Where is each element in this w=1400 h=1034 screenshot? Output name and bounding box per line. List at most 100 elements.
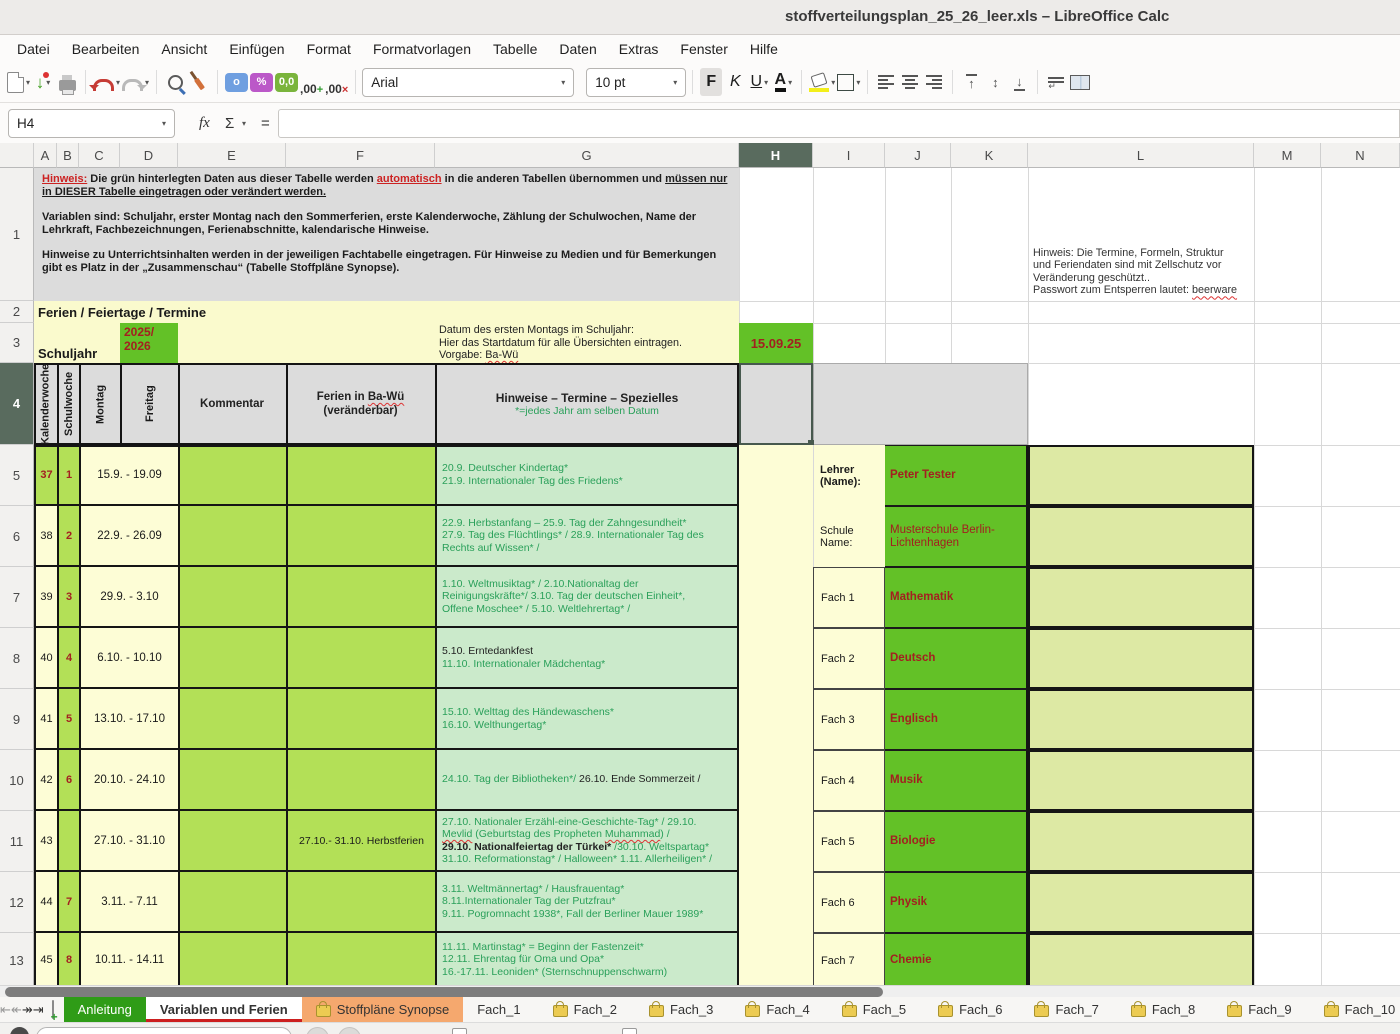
column-header-D[interactable]: D xyxy=(120,143,178,168)
cell-A5[interactable]: 37 xyxy=(34,445,57,506)
select-all-corner[interactable] xyxy=(0,143,34,168)
cell-A3-schuljahr-label[interactable]: Schuljahr xyxy=(34,323,120,363)
cell-E8[interactable] xyxy=(178,628,286,689)
cell-I13[interactable]: Fach 7 xyxy=(813,933,885,988)
cell-F12[interactable] xyxy=(286,872,435,933)
cell-E5[interactable] xyxy=(178,445,286,506)
cell-L6[interactable] xyxy=(1028,506,1254,567)
next-sheet-button[interactable]: ↠ xyxy=(22,997,33,1022)
menu-tabelle[interactable]: Tabelle xyxy=(482,38,548,60)
format-currency-button[interactable]: o xyxy=(225,68,248,96)
cell-F6[interactable] xyxy=(286,506,435,567)
column-header-I[interactable]: I xyxy=(813,143,885,168)
cell-L7[interactable] xyxy=(1028,567,1254,628)
cell-G8[interactable]: 5.10. Erntedankfest11.10. Internationale… xyxy=(435,628,739,689)
previous-sheet-button[interactable]: ↞ xyxy=(11,997,22,1022)
row-header-3[interactable]: 3 xyxy=(0,323,34,363)
row-header-1[interactable]: 1 xyxy=(0,168,34,301)
cell-J9[interactable]: Englisch xyxy=(885,689,1028,750)
font-size-combo[interactable]: 10 pt▾ xyxy=(586,68,686,97)
cell-C7[interactable]: 29.9. - 3.10 xyxy=(79,567,178,628)
sheet-tab-fach-2[interactable]: Fach_2 xyxy=(539,997,631,1022)
sheet-tab-fach-1[interactable]: Fach_1 xyxy=(463,997,534,1022)
cell-B5[interactable]: 1 xyxy=(57,445,79,506)
cell-B10[interactable]: 6 xyxy=(57,750,79,811)
add-decimal-button[interactable]: ,00+ xyxy=(300,68,323,96)
cell-A7[interactable]: 39 xyxy=(34,567,57,628)
cell-L13[interactable] xyxy=(1028,933,1254,988)
column-header-C[interactable]: C xyxy=(79,143,120,168)
cell-E12[interactable] xyxy=(178,872,286,933)
find-previous-button[interactable] xyxy=(306,1027,329,1034)
formula-input[interactable] xyxy=(278,109,1400,138)
cell-C5[interactable]: 15.9. - 19.09 xyxy=(79,445,178,506)
borders-button[interactable]: ▾ xyxy=(837,68,860,96)
add-sheet-button[interactable] xyxy=(52,1000,54,1019)
row-header-4[interactable]: 4 xyxy=(0,363,34,445)
cell-J10[interactable]: Musik xyxy=(885,750,1028,811)
cell-A9[interactable]: 41 xyxy=(34,689,57,750)
cell-J12[interactable]: Physik xyxy=(885,872,1028,933)
cell-E6[interactable] xyxy=(178,506,286,567)
cell-G10[interactable]: 24.10. Tag der Bibliotheken*/ 26.10. End… xyxy=(435,750,739,811)
row-header-10[interactable]: 10 xyxy=(0,750,34,811)
cell-F4-ferien-header[interactable]: Ferien in Ba-Wü(veränderbar) xyxy=(286,363,435,445)
cell-J8[interactable]: Deutsch xyxy=(885,628,1028,689)
cell-E11[interactable] xyxy=(178,811,286,872)
sheet-tab-fach-7[interactable]: Fach_7 xyxy=(1020,997,1112,1022)
first-sheet-button[interactable]: ⇤ xyxy=(0,997,11,1022)
font-name-combo[interactable]: Arial▾ xyxy=(362,68,574,97)
cell-I6[interactable]: Schule Name: xyxy=(813,506,885,567)
cell-E10[interactable] xyxy=(178,750,286,811)
close-icon[interactable] xyxy=(10,1027,29,1034)
cell-I11[interactable]: Fach 5 xyxy=(813,811,885,872)
cell-C9[interactable]: 13.10. - 17.10 xyxy=(79,689,178,750)
align-left-button[interactable] xyxy=(875,68,897,96)
cell-G13[interactable]: 11.11. Martinstag* = Beginn der Fastenze… xyxy=(435,933,739,988)
last-sheet-button[interactable]: ⇥ xyxy=(33,997,44,1022)
cell-A11[interactable]: 43 xyxy=(34,811,57,872)
cell-E13[interactable] xyxy=(178,933,286,988)
cell-B7[interactable]: 3 xyxy=(57,567,79,628)
cell-A2-title[interactable]: Ferien / Feiertage / Termine xyxy=(34,301,739,323)
cell-I8[interactable]: Fach 2 xyxy=(813,628,885,689)
cell-L5[interactable] xyxy=(1028,445,1254,506)
cell-I10[interactable]: Fach 4 xyxy=(813,750,885,811)
cell-I5[interactable]: Lehrer (Name): xyxy=(813,445,885,506)
format-percent-button[interactable]: % xyxy=(250,68,273,96)
align-bottom-button[interactable]: ↓ xyxy=(1008,68,1030,96)
sum-icon[interactable]: Σ xyxy=(225,115,234,132)
row-header-6[interactable]: 6 xyxy=(0,506,34,567)
cell-A8[interactable]: 40 xyxy=(34,628,57,689)
merge-cells-button[interactable] xyxy=(1069,68,1091,96)
sheet-tab-fach-10[interactable]: Fach_10 xyxy=(1310,997,1400,1022)
italic-button[interactable]: K xyxy=(724,68,746,96)
cell-J13[interactable]: Chemie xyxy=(885,933,1028,988)
column-header-A[interactable]: A xyxy=(34,143,57,168)
cell-F7[interactable] xyxy=(286,567,435,628)
font-color-button[interactable]: A▾ xyxy=(772,68,794,96)
find-input[interactable] xyxy=(36,1027,292,1034)
cell-B11[interactable] xyxy=(57,811,79,872)
highlight-color-button[interactable]: ▾ xyxy=(809,68,835,96)
cell-C12[interactable]: 3.11. - 7.11 xyxy=(79,872,178,933)
row-header-11[interactable]: 11 xyxy=(0,811,34,872)
cell-E9[interactable] xyxy=(178,689,286,750)
cell-I12[interactable]: Fach 6 xyxy=(813,872,885,933)
sheet-tab-fach-5[interactable]: Fach_5 xyxy=(828,997,920,1022)
cell-L11[interactable] xyxy=(1028,811,1254,872)
sheet-tab-fach-9[interactable]: Fach_9 xyxy=(1213,997,1305,1022)
menu-datei[interactable]: Datei xyxy=(6,38,61,60)
menu-format[interactable]: Format xyxy=(296,38,362,60)
wrap-text-button[interactable]: ↵ xyxy=(1045,68,1067,96)
cell-G11[interactable]: 27.10. Nationaler Erzähl-eine-Geschichte… xyxy=(435,811,739,872)
chevron-down-icon[interactable]: ▾ xyxy=(242,119,246,128)
menu-bearbeiten[interactable]: Bearbeiten xyxy=(61,38,151,60)
column-header-G[interactable]: G xyxy=(435,143,739,168)
column-header-N[interactable]: N xyxy=(1321,143,1400,168)
cell-G7[interactable]: 1.10. Weltmusiktag* / 2.10.Nationaltag d… xyxy=(435,567,739,628)
cell-montag-header[interactable]: Montag xyxy=(79,363,120,445)
row-header-9[interactable]: 9 xyxy=(0,689,34,750)
cell-L10[interactable] xyxy=(1028,750,1254,811)
cell-C6[interactable]: 22.9. - 26.09 xyxy=(79,506,178,567)
